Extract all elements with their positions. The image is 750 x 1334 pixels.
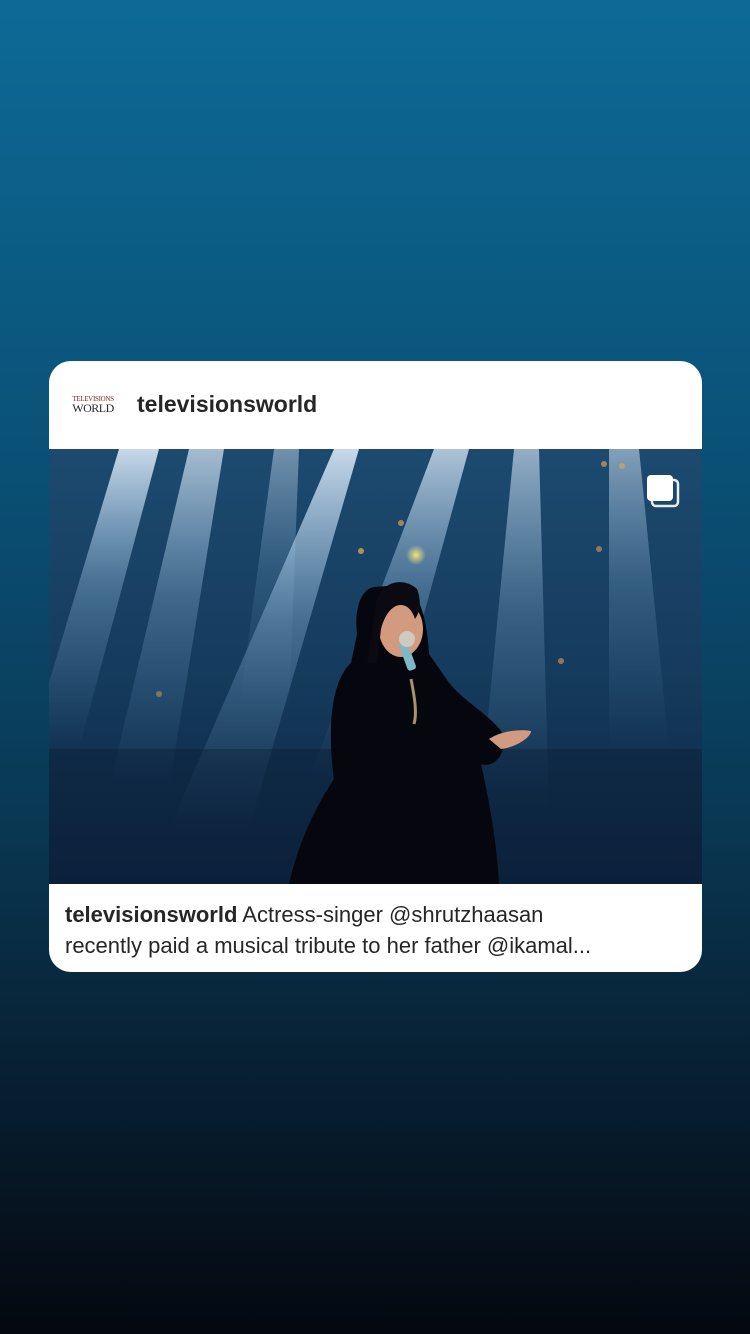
- caption-line2: recently paid a musical tribute to her f…: [65, 933, 592, 958]
- post-username[interactable]: televisionsworld: [137, 391, 317, 418]
- concert-stage-photo: [49, 449, 702, 884]
- post-header: TELEVISIONS WORLD televisionsworld: [49, 361, 702, 449]
- logo-bottom-text: WORLD: [72, 401, 114, 415]
- carousel-multiple-icon: [647, 475, 680, 508]
- post-caption: televisionsworld Actress-singer @shrutzh…: [65, 899, 687, 961]
- shared-post-card[interactable]: TELEVISIONS WORLD televisionsworld telev…: [49, 361, 702, 972]
- televisions-world-logo[interactable]: TELEVISIONS WORLD: [67, 387, 119, 423]
- post-photo[interactable]: [49, 449, 702, 884]
- caption-line1: Actress-singer @shrutzhaasan: [242, 902, 544, 927]
- caption-username[interactable]: televisionsworld: [65, 902, 237, 927]
